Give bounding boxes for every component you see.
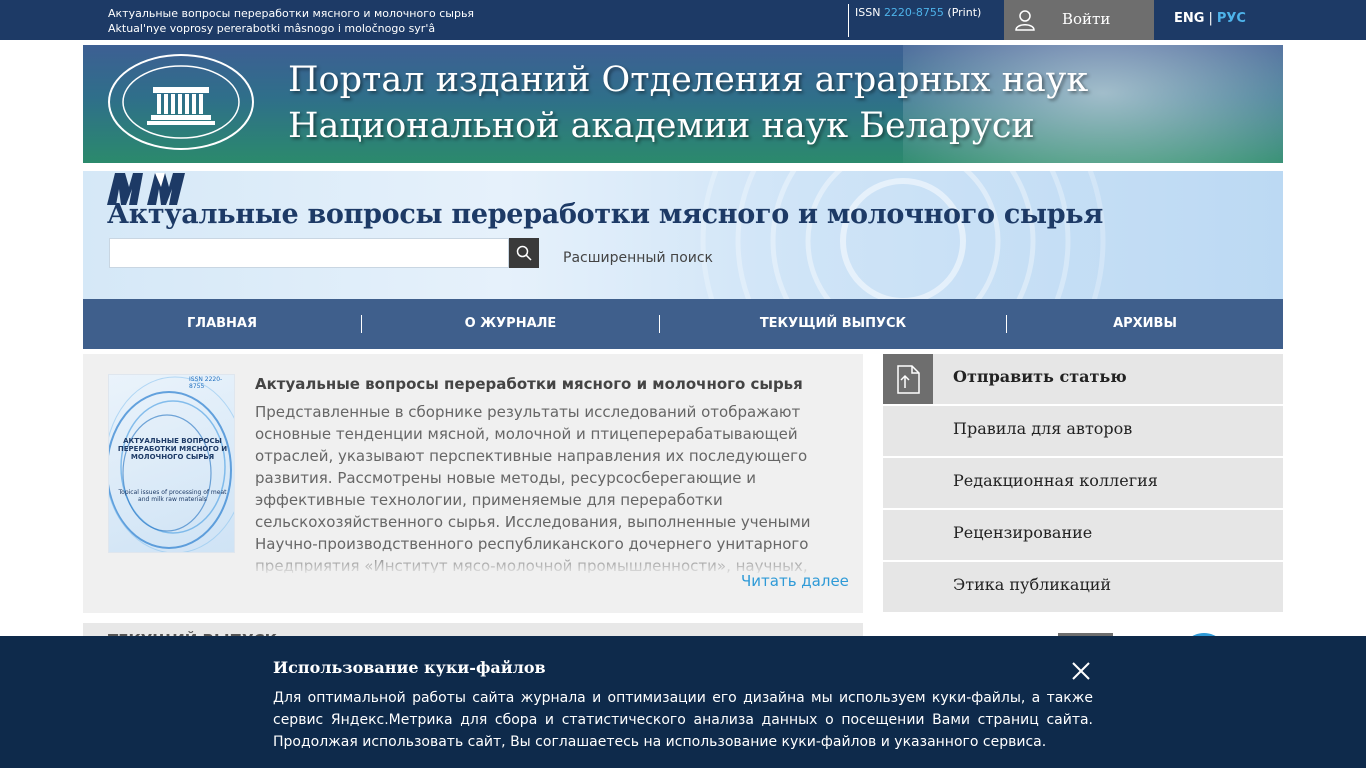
lang-separator: |: [1208, 11, 1213, 26]
lang-eng-link[interactable]: ENG: [1174, 11, 1204, 26]
portal-title-line2: Национальной академии наук Беларуси: [288, 106, 1035, 146]
issn-type: (Print): [947, 6, 982, 19]
portal-title: Портал изданий Отделения аграрных наук Н…: [288, 57, 1088, 149]
search-button[interactable]: [509, 238, 539, 268]
nav-archives[interactable]: АРХИВЫ: [1007, 299, 1283, 349]
issn-block: ISSN 2220-8755 (Print): [848, 4, 981, 37]
sidebar-item-label: Этика публикаций: [953, 575, 1112, 594]
journal-title-translit: Aktual'nye voprosy pererabotki mâsnogo i…: [108, 22, 436, 35]
journal-titles: Актуальные вопросы переработки мясного и…: [108, 6, 474, 36]
cookie-title: Использование куки-файлов: [273, 658, 546, 677]
journal-header: Актуальные вопросы переработки мясного и…: [83, 171, 1283, 299]
sidebar-item-label: Редакционная коллегия: [953, 471, 1158, 490]
sidebar-item-publication-ethics[interactable]: Этика публикаций: [883, 562, 1283, 612]
sidebar-item-peer-review[interactable]: Рецензирование: [883, 510, 1283, 560]
cookie-text: Для оптимальной работы сайта журнала и о…: [273, 690, 1093, 750]
user-icon: [1015, 10, 1035, 31]
nav-about[interactable]: О ЖУРНАЛЕ: [362, 299, 659, 349]
lang-rus-link[interactable]: РУС: [1217, 11, 1246, 26]
about-description: Представленные в сборнике результаты исс…: [255, 403, 811, 573]
nav-current-issue[interactable]: ТЕКУЩИЙ ВЫПУСК: [660, 299, 1006, 349]
sidebar-item-label: Правила для авторов: [953, 419, 1133, 438]
cover-issn: ISSN 2220-8755: [189, 376, 223, 390]
academy-logo[interactable]: [107, 53, 255, 151]
search-icon: [516, 245, 532, 261]
advanced-search-link[interactable]: Расширенный поиск: [563, 250, 713, 266]
login-label: Войти: [1062, 10, 1111, 28]
document-upload-icon: [897, 365, 920, 394]
login-button[interactable]: Войти: [1004, 0, 1154, 40]
issn-label: ISSN: [855, 6, 881, 19]
main-nav: ГЛАВНАЯ О ЖУРНАЛЕ ТЕКУЩИЙ ВЫПУСК АРХИВЫ: [83, 299, 1283, 349]
journal-about: ISSN 2220-8755 АКТУАЛЬНЫЕ ВОПРОСЫ ПЕРЕРА…: [83, 354, 863, 613]
cover-title: АКТУАЛЬНЫЕ ВОПРОСЫ ПЕРЕРАБОТКИ МЯСНОГО И…: [117, 437, 228, 461]
close-icon[interactable]: [1071, 661, 1091, 681]
journal-cover-image[interactable]: ISSN 2220-8755 АКТУАЛЬНЫЕ ВОПРОСЫ ПЕРЕРА…: [108, 374, 235, 553]
cover-subtitle: Topical issues of processing of meat and…: [118, 489, 227, 503]
journal-title-ru: Актуальные вопросы переработки мясного и…: [108, 7, 475, 20]
search-input[interactable]: [109, 238, 509, 268]
sidebar-item-label: Отправить статью: [953, 367, 1127, 386]
about-title: Актуальные вопросы переработки мясного и…: [255, 375, 803, 393]
sidebar-item-submit[interactable]: Отправить статью: [883, 354, 1283, 404]
decorative-rings: [700, 171, 1106, 299]
language-switcher: ENG | РУС: [1174, 11, 1246, 26]
portal-banner: Портал изданий Отделения аграрных наук Н…: [83, 45, 1283, 163]
top-bar: Актуальные вопросы переработки мясного и…: [0, 0, 1366, 40]
issn-number-link[interactable]: 2220-8755: [884, 6, 944, 19]
nav-home[interactable]: ГЛАВНАЯ: [83, 299, 361, 349]
sidebar-item-author-rules[interactable]: Правила для авторов: [883, 406, 1283, 456]
sidebar-item-editorial-board[interactable]: Редакционная коллегия: [883, 458, 1283, 508]
sidebar-item-label: Рецензирование: [953, 523, 1093, 542]
cookie-banner: Использование куки-файлов Для оптимально…: [0, 636, 1366, 768]
journal-title[interactable]: Актуальные вопросы переработки мясного и…: [107, 199, 1103, 230]
portal-title-line1: Портал изданий Отделения аграрных наук: [288, 60, 1089, 100]
read-more-link[interactable]: Читать далее: [741, 572, 849, 590]
